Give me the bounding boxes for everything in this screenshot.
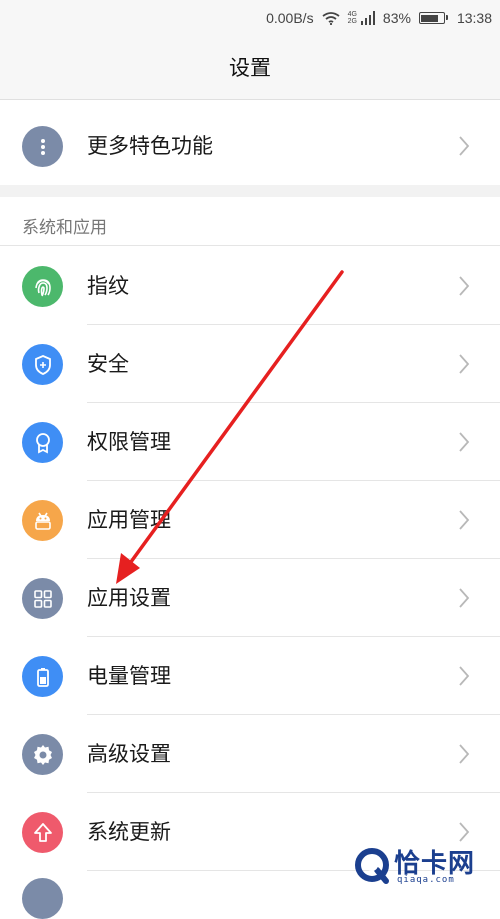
settings-item-app-management[interactable]: 应用管理 xyxy=(0,481,500,559)
grid-icon xyxy=(22,578,63,619)
settings-item-more-features[interactable]: 更多特色功能 xyxy=(0,107,500,185)
clock: 13:38 xyxy=(456,10,492,26)
shield-icon xyxy=(22,344,63,385)
settings-item-fingerprint[interactable]: 指纹 xyxy=(0,247,500,325)
more-dots-icon xyxy=(22,126,63,167)
upgrade-arrow-icon xyxy=(22,812,63,853)
settings-item-advanced-settings[interactable]: 高级设置 xyxy=(0,715,500,793)
chevron-right-icon xyxy=(459,510,470,530)
settings-item-label: 更多特色功能 xyxy=(87,134,213,158)
settings-item-security[interactable]: 安全 xyxy=(0,325,500,403)
next-item-icon-partial xyxy=(22,878,63,919)
settings-item-label: 电量管理 xyxy=(87,664,171,688)
settings-item-app-settings[interactable]: 应用设置 xyxy=(0,559,500,637)
settings-item-label: 高级设置 xyxy=(87,742,171,766)
status-bar: 0.00B/s 4G 2G 83% 13:38 xyxy=(0,0,500,36)
battery-icon xyxy=(418,12,448,24)
watermark-url: qiaqa.com xyxy=(397,875,455,885)
badge-icon xyxy=(22,422,63,463)
status-indicators: 0.00B/s 4G 2G 83% 13:38 xyxy=(258,0,492,36)
network-speed: 0.00B/s xyxy=(266,10,314,26)
settings-item-battery-management[interactable]: 电量管理 xyxy=(0,637,500,715)
chevron-right-icon xyxy=(459,588,470,608)
settings-item-label: 应用管理 xyxy=(87,508,171,532)
title-bar: 设置 xyxy=(0,36,500,100)
watermark-logo: 恰卡网 qiaqa.com xyxy=(352,843,492,887)
fingerprint-icon xyxy=(22,266,63,307)
signal-icon xyxy=(360,11,375,25)
watermark-q-icon xyxy=(355,848,389,884)
chevron-right-icon xyxy=(459,822,470,842)
battery-percent: 83% xyxy=(382,10,411,26)
battery-icon xyxy=(22,656,63,697)
gear-icon xyxy=(22,734,63,775)
battery-level-fill xyxy=(421,14,439,22)
chevron-right-icon xyxy=(459,276,470,296)
chevron-right-icon xyxy=(459,432,470,452)
android-icon xyxy=(22,500,63,541)
settings-item-label: 应用设置 xyxy=(87,586,171,610)
chevron-right-icon xyxy=(459,136,470,156)
page-title: 设置 xyxy=(229,56,271,80)
network-type-label: 4G 2G xyxy=(347,11,357,25)
section-header: 系统和应用 xyxy=(0,197,500,246)
section-title: 系统和应用 xyxy=(22,218,107,238)
chevron-right-icon xyxy=(459,354,470,374)
settings-item-label: 权限管理 xyxy=(87,430,171,454)
chevron-right-icon xyxy=(459,744,470,764)
settings-item-label: 系统更新 xyxy=(87,820,171,844)
settings-item-label: 指纹 xyxy=(87,274,129,298)
wifi-icon xyxy=(322,12,340,25)
settings-item-label: 安全 xyxy=(87,352,129,376)
chevron-right-icon xyxy=(459,666,470,686)
settings-item-permissions[interactable]: 权限管理 xyxy=(0,403,500,481)
section-divider xyxy=(0,185,500,197)
